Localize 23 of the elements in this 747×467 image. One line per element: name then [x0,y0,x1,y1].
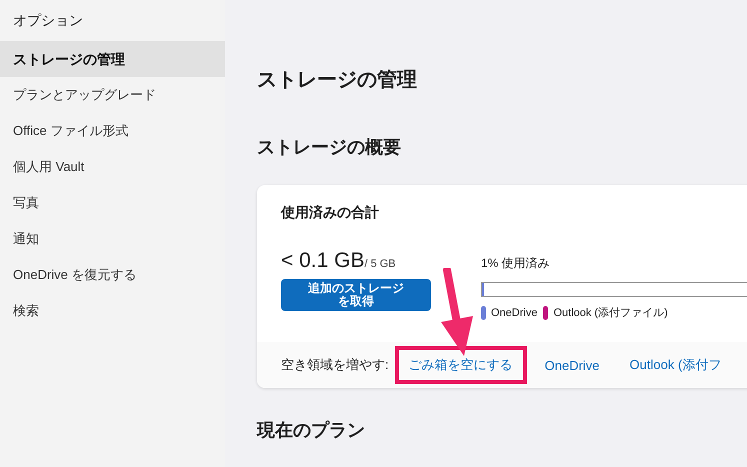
sidebar-item[interactable]: 通知 [0,221,225,257]
sidebar-item[interactable]: 写真 [0,185,225,221]
legend-label: Outlook (添付ファイル) [553,306,668,320]
legend-label: OneDrive [491,306,538,318]
sidebar-item[interactable]: 検索 [0,293,225,329]
section-heading: 現在のプラン [257,419,366,442]
sidebar-item[interactable]: Office ファイル形式 [0,113,225,149]
get-storage-button[interactable]: 追加のストレージを取得 [281,279,431,311]
total-amount: / 5 GB [364,258,396,270]
usage-label: 1% 使用済み [481,255,551,272]
free-space-label: 空き領域を増やす: [281,356,389,374]
footer-link[interactable]: OneDrive [544,350,600,380]
footer-link[interactable]: ごみ箱を空にする [394,346,527,384]
page-title: ストレージの管理 [257,68,418,93]
sidebar-item[interactable]: プランとアップグレード [0,77,225,113]
card-title: 使用済みの合計 [281,204,380,222]
sidebar-item[interactable]: OneDrive を復元する [0,257,225,293]
footer-link[interactable]: Outlook (添付フ [630,348,722,382]
sidebar-item[interactable]: 個人用 Vault [0,149,225,185]
sidebar-title: オプション [12,11,84,30]
sidebar-item[interactable]: ストレージの管理 [0,41,225,77]
section-heading: ストレージの概要 [257,136,402,159]
used-amount: < 0.1 GB [281,249,364,273]
